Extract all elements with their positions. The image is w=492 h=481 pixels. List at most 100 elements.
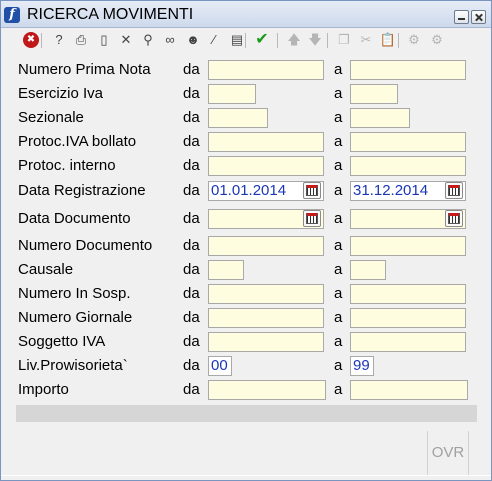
- title-bar[interactable]: f RICERCA MOVIMENTI: [1, 1, 491, 28]
- user-icon[interactable]: ☻: [185, 32, 201, 48]
- paste-icon: 📋: [379, 32, 397, 47]
- from-label: da: [183, 61, 200, 78]
- from-label: da: [183, 237, 200, 254]
- window-title: RICERCA MOVIMENTI: [27, 6, 194, 23]
- toolbar-separator: [398, 33, 399, 48]
- from-label: da: [183, 85, 200, 102]
- from-label: da: [183, 210, 200, 227]
- numero-giornale-from-input[interactable]: [208, 308, 324, 328]
- numero-prima-nota-label: Numero Prima Nota: [18, 61, 151, 78]
- protoc-iva-bollato-label: Protoc.IVA bollato: [18, 133, 137, 150]
- toolbar-separator: [327, 33, 328, 48]
- help-pointer-icon[interactable]: ?: [51, 32, 67, 48]
- numero-in-sosp-to-input[interactable]: [350, 284, 466, 304]
- app-logo-icon: f: [4, 7, 20, 23]
- binoculars-icon[interactable]: ∞: [162, 32, 178, 48]
- from-label: da: [183, 357, 200, 374]
- stop-icon[interactable]: ✖: [23, 32, 39, 48]
- data-registrazione-label: Data Registrazione: [18, 182, 146, 199]
- print-icon[interactable]: ⎙: [73, 32, 89, 48]
- numero-prima-nota-to-input[interactable]: [350, 60, 466, 80]
- calendar-icon[interactable]: [303, 182, 321, 199]
- liv-provvisorieta-from-input[interactable]: 00: [208, 356, 232, 376]
- sezionale-label: Sezionale: [18, 109, 84, 126]
- soggetto-iva-from-input[interactable]: [208, 332, 324, 352]
- protoc-iva-bollato-to-input[interactable]: [350, 132, 466, 152]
- protoc-interno-label: Protoc. interno: [18, 157, 116, 174]
- protoc-interno-to-input[interactable]: [350, 156, 466, 176]
- minimize-button[interactable]: [454, 10, 469, 24]
- to-label: a: [334, 210, 343, 227]
- soggetto-iva-label: Soggetto IVA: [18, 333, 106, 350]
- bottom-separator: [1, 475, 491, 476]
- from-label: da: [183, 261, 200, 278]
- liv-provvisorieta-to-input[interactable]: 99: [350, 356, 374, 376]
- to-label: a: [334, 85, 343, 102]
- calendar-icon[interactable]: [445, 210, 463, 227]
- importo-to-input[interactable]: [350, 380, 468, 400]
- soggetto-iva-to-input[interactable]: [350, 332, 466, 352]
- toolbar-separator: [277, 33, 278, 48]
- close-window-button[interactable]: [471, 10, 486, 24]
- from-label: da: [183, 133, 200, 150]
- arrow-down-icon: 🡇: [308, 32, 322, 47]
- toolbar-separator: [245, 33, 246, 48]
- to-label: a: [334, 237, 343, 254]
- numero-giornale-label: Numero Giornale: [18, 309, 133, 326]
- numero-in-sosp-from-input[interactable]: [208, 284, 324, 304]
- new-document-icon[interactable]: ▯: [96, 32, 112, 48]
- confirm-check-icon[interactable]: ✔: [254, 32, 270, 48]
- numero-documento-from-input[interactable]: [208, 236, 324, 256]
- to-label: a: [334, 309, 343, 326]
- book-icon[interactable]: ▤: [229, 32, 245, 48]
- to-label: a: [334, 285, 343, 302]
- numero-prima-nota-from-input[interactable]: [208, 60, 324, 80]
- causale-from-input[interactable]: [208, 260, 244, 280]
- from-label: da: [183, 333, 200, 350]
- to-label: a: [334, 333, 343, 350]
- numero-giornale-to-input[interactable]: [350, 308, 466, 328]
- to-label: a: [334, 261, 343, 278]
- status-bar: [16, 405, 477, 422]
- sezionale-from-input[interactable]: [208, 108, 268, 128]
- from-label: da: [183, 381, 200, 398]
- numero-documento-to-input[interactable]: [350, 236, 466, 256]
- to-label: a: [334, 61, 343, 78]
- esercizio-iva-from-input[interactable]: [208, 84, 256, 104]
- toolbar-separator: [41, 33, 42, 48]
- from-label: da: [183, 285, 200, 302]
- from-label: da: [183, 309, 200, 326]
- ricerca-movimenti-window: f RICERCA MOVIMENTI ✖? ⎙ ▯ ✕ ⚲ ∞ ☻ ⁄ ▤ ✔ 🡅 🡇 ❐ ✂ 📋 ⚙ ⚙ N…: [0, 0, 492, 481]
- causale-label: Causale: [18, 261, 74, 278]
- calendar-icon[interactable]: [303, 210, 321, 227]
- settings-gears-2-icon: ⚙: [431, 32, 443, 47]
- esercizio-iva-to-input[interactable]: [350, 84, 398, 104]
- to-label: a: [334, 109, 343, 126]
- importo-from-input[interactable]: [208, 380, 326, 400]
- cut-icon: ✂: [360, 32, 372, 47]
- toolbar: ✖? ⎙ ▯ ✕ ⚲ ∞ ☻ ⁄ ▤ ✔ 🡅 🡇 ❐ ✂ 📋 ⚙ ⚙: [9, 31, 479, 51]
- from-label: da: [183, 109, 200, 126]
- protoc-interno-from-input[interactable]: [208, 156, 324, 176]
- from-label: da: [183, 157, 200, 174]
- protoc-iva-bollato-from-input[interactable]: [208, 132, 324, 152]
- sezionale-to-input[interactable]: [350, 108, 410, 128]
- liv-provvisorieta-label: Liv.Prowisorieta`: [18, 357, 128, 374]
- calendar-icon[interactable]: [445, 182, 463, 199]
- to-label: a: [334, 182, 343, 199]
- importo-label: Importo: [18, 381, 69, 398]
- to-label: a: [334, 381, 343, 398]
- numero-in-sosp-label: Numero In Sosp.: [18, 285, 131, 302]
- delete-icon[interactable]: ✕: [118, 32, 134, 48]
- to-label: a: [334, 357, 343, 374]
- copy-icon: ❐: [338, 32, 350, 47]
- to-label: a: [334, 133, 343, 150]
- numero-documento-label: Numero Documento: [18, 237, 153, 254]
- esercizio-iva-label: Esercizio Iva: [18, 85, 104, 102]
- causale-to-input[interactable]: [350, 260, 386, 280]
- magic-wand-icon[interactable]: ⁄: [206, 32, 222, 48]
- overwrite-mode-indicator: OVR: [427, 431, 469, 475]
- search-icon[interactable]: ⚲: [140, 32, 156, 48]
- arrow-up-icon: 🡅: [287, 32, 301, 47]
- data-documento-label: Data Documento: [18, 210, 131, 227]
